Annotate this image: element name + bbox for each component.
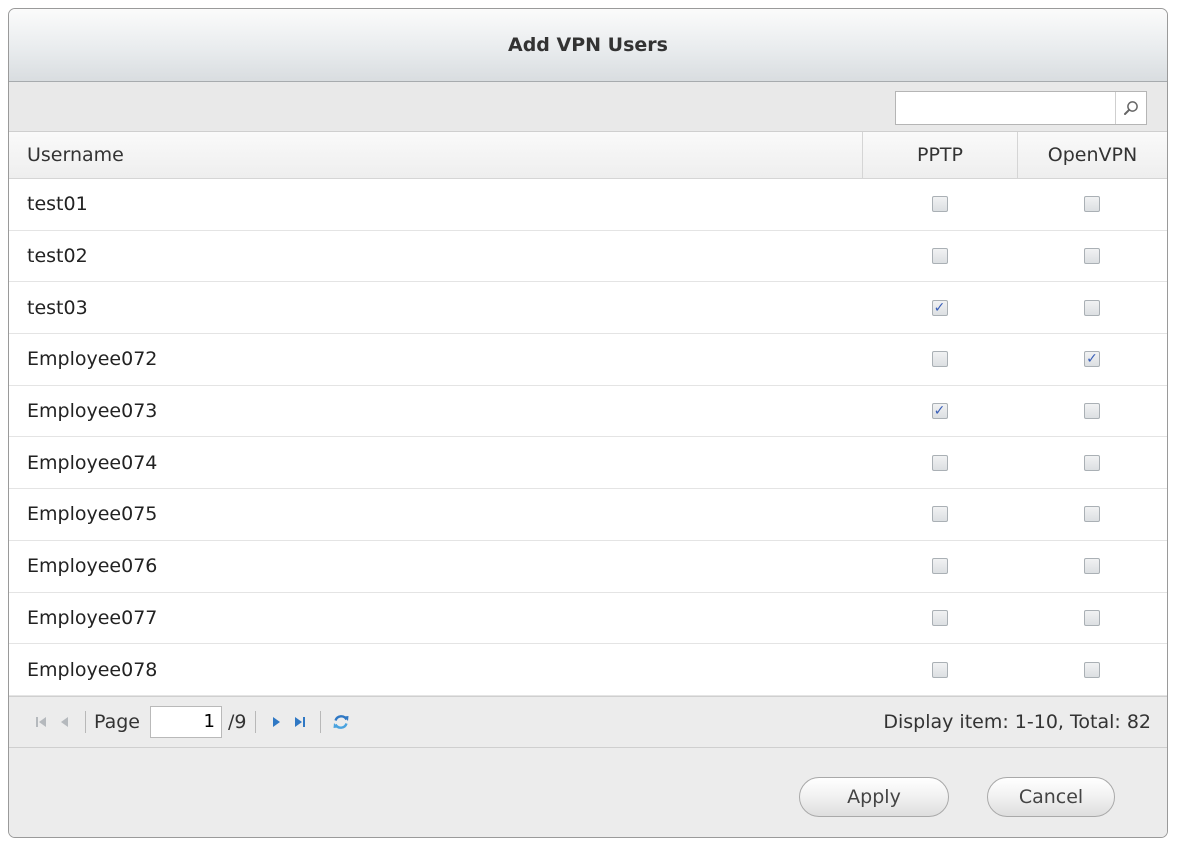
table-row[interactable]: Employee077 xyxy=(9,593,1167,645)
table-row[interactable]: test01 xyxy=(9,179,1167,231)
pptp-checkbox[interactable] xyxy=(931,196,948,213)
openvpn-cell xyxy=(1017,541,1167,592)
first-page-icon[interactable] xyxy=(29,709,53,735)
openvpn-checkbox[interactable] xyxy=(1084,454,1100,471)
openvpn-cell xyxy=(1017,437,1167,488)
display-item-info: Display item: 1-10, Total: 82 xyxy=(883,710,1151,733)
dialog-footer: Apply Cancel xyxy=(9,747,1167,837)
openvpn-cell xyxy=(1017,231,1167,282)
openvpn-cell xyxy=(1017,489,1167,540)
dialog-titlebar: Add VPN Users xyxy=(9,9,1167,82)
dialog-title: Add VPN Users xyxy=(508,34,668,56)
pptp-cell: ✓ xyxy=(862,386,1017,437)
total-pages: /9 xyxy=(228,710,247,733)
search-input[interactable] xyxy=(896,92,1115,124)
pagination-bar: Page /9 Display item: 1-10, Total: 82 xyxy=(9,695,1167,748)
pptp-checkbox[interactable] xyxy=(931,351,948,368)
openvpn-checkbox[interactable] xyxy=(1084,299,1100,316)
openvpn-cell xyxy=(1017,179,1167,230)
username-cell: test02 xyxy=(27,245,88,268)
username-cell: Employee072 xyxy=(27,348,158,371)
pptp-cell xyxy=(862,437,1017,488)
openvpn-checkbox[interactable] xyxy=(1084,558,1100,575)
username-cell: test01 xyxy=(27,193,88,216)
table-row[interactable]: test03 ✓ xyxy=(9,282,1167,335)
pptp-cell xyxy=(862,489,1017,540)
grid-body: test01 test02 test03 ✓ Employee072 ✓ Employee0… xyxy=(9,179,1167,696)
pager-separator xyxy=(85,710,86,733)
search-box xyxy=(895,91,1147,125)
openvpn-cell xyxy=(1017,282,1167,333)
pptp-cell xyxy=(862,644,1017,695)
refresh-icon[interactable] xyxy=(329,709,353,735)
previous-page-icon[interactable] xyxy=(53,709,77,735)
toolbar xyxy=(9,82,1167,132)
last-page-icon[interactable] xyxy=(288,709,312,735)
openvpn-checkbox[interactable] xyxy=(1084,196,1100,213)
table-row[interactable]: test02 xyxy=(9,231,1167,283)
openvpn-checkbox[interactable] xyxy=(1084,403,1100,420)
next-page-icon[interactable] xyxy=(264,709,288,735)
pptp-checkbox[interactable] xyxy=(931,454,948,471)
pager-separator xyxy=(254,710,256,733)
openvpn-checkbox[interactable] xyxy=(1084,248,1100,265)
pptp-checkbox[interactable] xyxy=(931,609,948,626)
users-grid: Username PPTP OpenVPN test01 test02 test03… xyxy=(9,132,1167,696)
openvpn-cell xyxy=(1017,644,1167,695)
table-row[interactable]: Employee075 xyxy=(9,489,1167,541)
pptp-checkbox[interactable] xyxy=(931,248,948,265)
pptp-cell xyxy=(862,231,1017,282)
table-row[interactable]: Employee074 xyxy=(9,437,1167,490)
username-cell: Employee076 xyxy=(27,555,158,578)
checkmark-icon: ✓ xyxy=(933,299,946,316)
pptp-checkbox[interactable] xyxy=(931,558,948,575)
pptp-checkbox[interactable] xyxy=(931,661,948,678)
column-header-username[interactable]: Username xyxy=(9,132,862,178)
table-row[interactable]: Employee078 xyxy=(9,644,1167,696)
pptp-cell xyxy=(862,541,1017,592)
username-cell: test03 xyxy=(27,296,88,319)
openvpn-checkbox[interactable] xyxy=(1084,609,1100,626)
pptp-checkbox[interactable]: ✓ xyxy=(931,403,948,420)
column-header-pptp[interactable]: PPTP xyxy=(862,132,1017,178)
page-label: Page xyxy=(94,710,140,733)
pptp-checkbox[interactable] xyxy=(931,506,948,523)
page-number-input[interactable] xyxy=(150,705,222,738)
openvpn-cell xyxy=(1017,386,1167,437)
checkmark-icon: ✓ xyxy=(933,403,946,420)
username-cell: Employee074 xyxy=(27,451,158,474)
username-cell: Employee075 xyxy=(27,503,158,526)
openvpn-cell xyxy=(1017,593,1167,644)
pptp-cell: ✓ xyxy=(862,282,1017,333)
search-icon[interactable] xyxy=(1115,92,1146,124)
pptp-cell xyxy=(862,593,1017,644)
openvpn-checkbox[interactable] xyxy=(1084,661,1100,678)
cancel-button[interactable]: Cancel xyxy=(987,776,1115,817)
checkmark-icon: ✓ xyxy=(1086,351,1098,368)
pager-separator xyxy=(319,710,321,733)
table-row[interactable]: Employee073 ✓ xyxy=(9,386,1167,438)
openvpn-checkbox[interactable]: ✓ xyxy=(1084,351,1100,368)
pptp-cell xyxy=(862,334,1017,385)
pptp-checkbox[interactable]: ✓ xyxy=(931,299,948,316)
username-cell: Employee073 xyxy=(27,400,158,423)
column-header-openvpn[interactable]: OpenVPN xyxy=(1017,132,1167,178)
grid-header: Username PPTP OpenVPN xyxy=(9,132,1167,179)
table-row[interactable]: Employee076 xyxy=(9,541,1167,593)
openvpn-checkbox[interactable] xyxy=(1084,506,1100,523)
username-cell: Employee077 xyxy=(27,606,158,629)
apply-button[interactable]: Apply xyxy=(799,776,949,817)
openvpn-cell: ✓ xyxy=(1017,334,1167,385)
username-cell: Employee078 xyxy=(27,658,158,681)
add-vpn-users-dialog: Add VPN Users Username PPTP OpenVPN test… xyxy=(8,8,1168,838)
pptp-cell xyxy=(862,179,1017,230)
table-row[interactable]: Employee072 ✓ xyxy=(9,334,1167,386)
